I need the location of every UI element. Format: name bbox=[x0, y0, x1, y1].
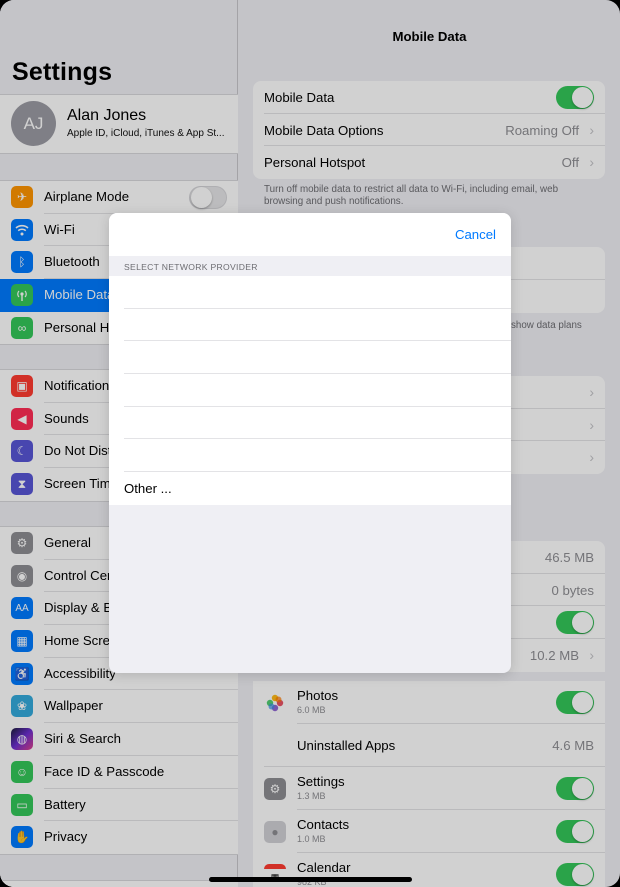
network-provider-row[interactable] bbox=[109, 276, 511, 309]
other-provider-row[interactable]: Other ... bbox=[109, 472, 511, 505]
network-provider-row[interactable] bbox=[109, 341, 511, 374]
home-indicator[interactable] bbox=[209, 877, 412, 882]
network-provider-sheet: Cancel SELECT NETWORK PROVIDER Other ... bbox=[109, 213, 511, 673]
row-label: Other ... bbox=[124, 481, 172, 497]
network-provider-row[interactable] bbox=[109, 374, 511, 407]
ipad-screen: Settings AJ Alan Jones Apple ID, iCloud,… bbox=[0, 0, 620, 887]
network-provider-row[interactable] bbox=[109, 309, 511, 342]
cancel-button[interactable]: Cancel bbox=[455, 227, 496, 242]
network-provider-list: Other ... bbox=[109, 276, 511, 505]
network-provider-row[interactable] bbox=[109, 439, 511, 472]
network-provider-row[interactable] bbox=[109, 407, 511, 440]
sheet-header: Cancel bbox=[109, 213, 511, 256]
section-header: SELECT NETWORK PROVIDER bbox=[124, 262, 258, 272]
